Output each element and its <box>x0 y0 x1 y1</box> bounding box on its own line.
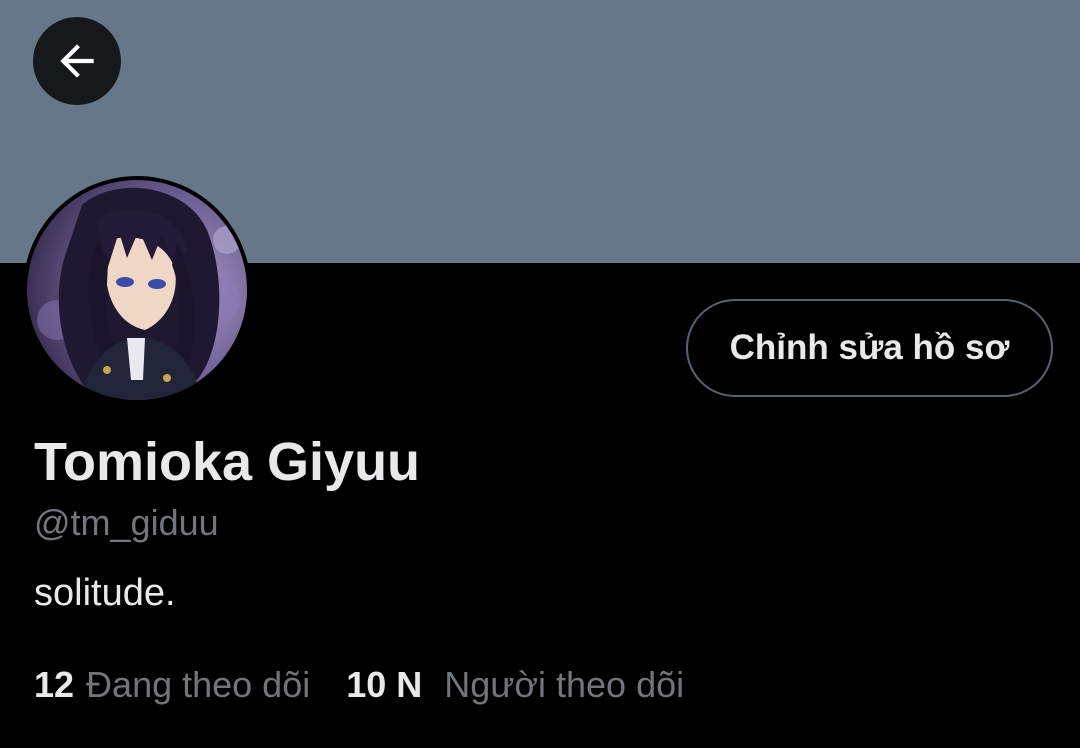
following-label: Đang theo dõi <box>86 664 311 705</box>
profile-bio: solitude. <box>34 572 176 614</box>
avatar[interactable] <box>23 176 251 404</box>
arrow-left-icon <box>60 44 94 78</box>
edit-profile-button[interactable]: Chỉnh sửa hồ sơ <box>686 299 1053 397</box>
back-button[interactable] <box>33 17 121 105</box>
user-handle: @tm_giduu <box>34 502 219 543</box>
followers-link[interactable]: 10 N Người theo dõi <box>346 664 684 706</box>
following-count: 12 <box>34 664 75 705</box>
profile-page: Chỉnh sửa hồ sơ Tomioka Giyuu @tm_giduu … <box>0 0 1080 748</box>
avatar-image <box>27 180 247 400</box>
followers-count: 10 N <box>346 664 423 705</box>
following-link[interactable]: 12 Đang theo dõi <box>34 664 310 706</box>
followers-label: Người theo dõi <box>444 664 685 705</box>
display-name: Tomioka Giyuu <box>34 432 421 492</box>
profile-stats: 12 Đang theo dõi 10 N Người theo dõi <box>34 664 684 708</box>
